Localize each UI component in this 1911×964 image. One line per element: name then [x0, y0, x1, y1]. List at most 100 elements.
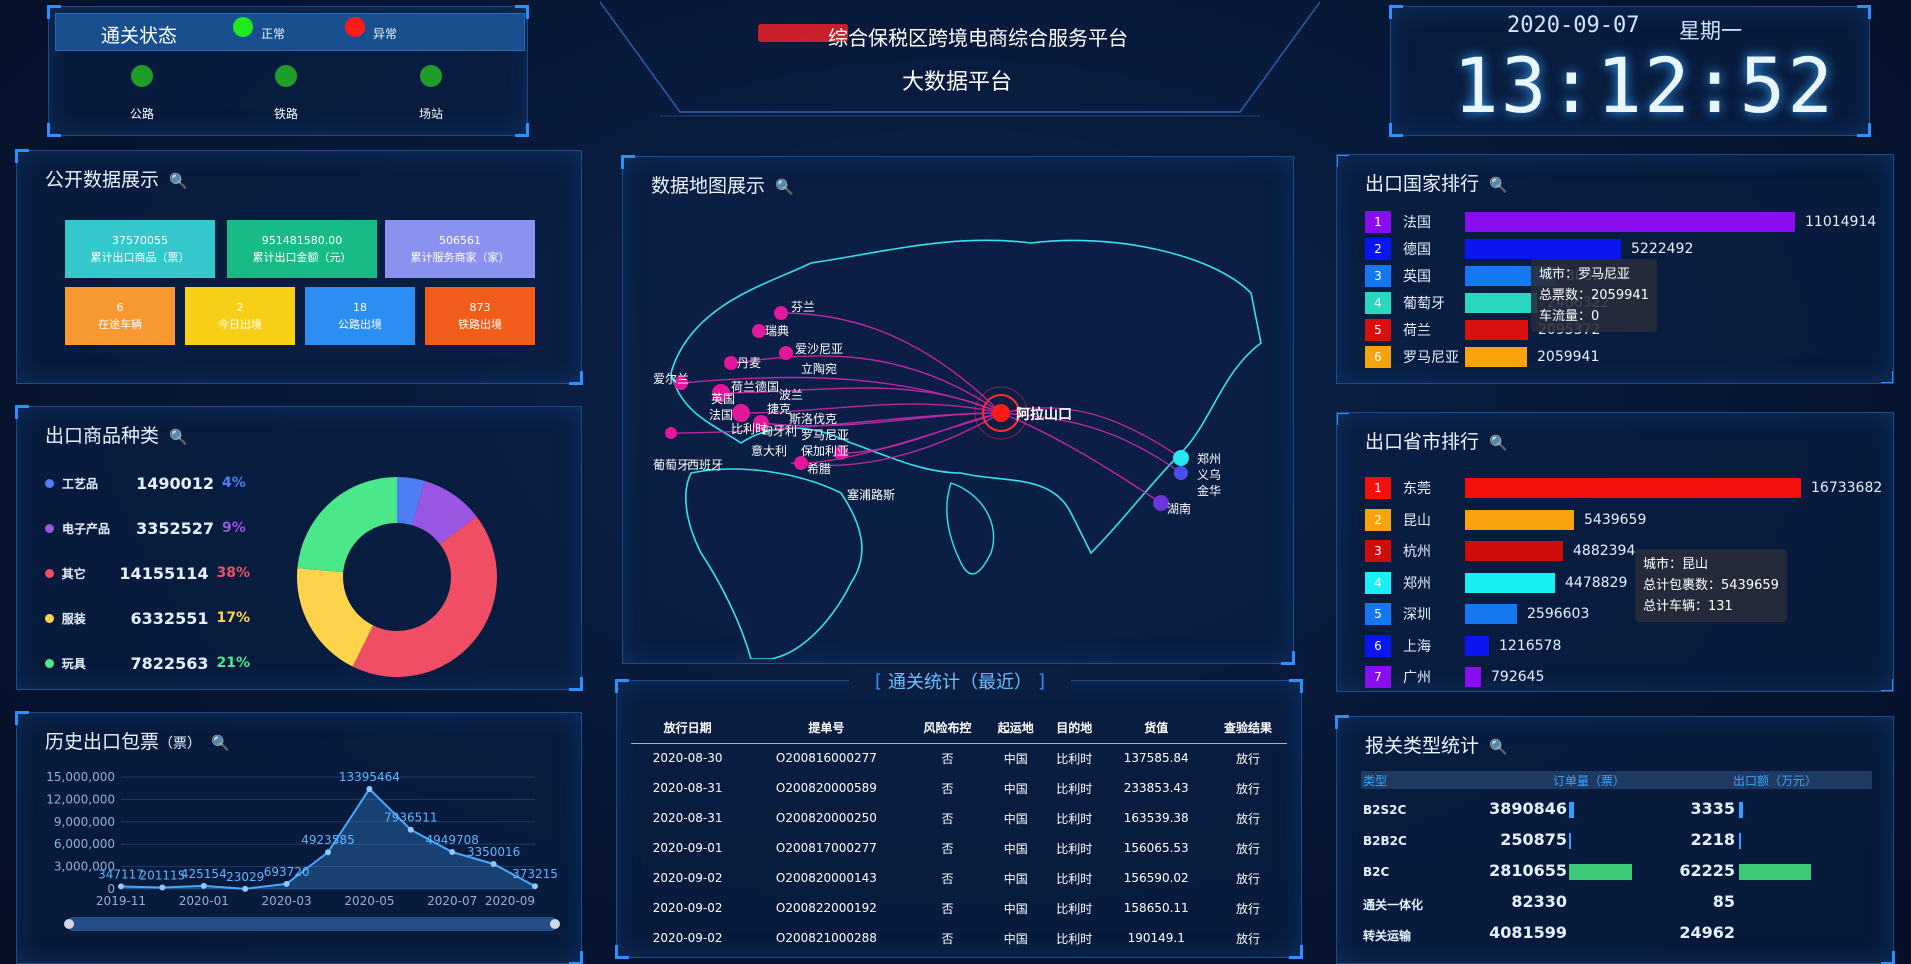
declare-type: 转关运输 — [1363, 929, 1412, 943]
tile-road-exit[interactable]: 18 公路出境 — [305, 287, 415, 345]
road-status-dot[interactable] — [131, 65, 153, 87]
history-point[interactable] — [325, 849, 331, 856]
station-status-dot[interactable] — [420, 65, 442, 87]
normal-status-dot — [233, 17, 253, 37]
tile-rail-exit[interactable]: 873 铁路出境 — [425, 287, 535, 345]
history-data-label: 693720 — [264, 865, 310, 879]
declare-row[interactable]: B2C 2810655 62225 — [1337, 861, 1895, 883]
city-marker-zhengzhou[interactable] — [1173, 450, 1189, 466]
search-icon[interactable]: 🔍 — [1489, 176, 1508, 194]
table-cell: 否 — [941, 901, 954, 916]
rank-value: 4882394 — [1573, 543, 1636, 559]
clearance-title: 通关统计（最近） — [888, 672, 1032, 693]
rank-value: 4478829 — [1565, 574, 1628, 591]
table-row[interactable]: 2020-08-31 O200820000589 否 中国 比利时 233853.43 放行 — [631, 773, 1287, 803]
goods-legend-row[interactable]: 其它 14155114 38% — [45, 561, 250, 585]
goods-legend-row[interactable]: 玩具 7822563 21% — [45, 651, 250, 675]
table-cell: 比利时 — [1056, 841, 1093, 856]
tile-today-exit[interactable]: 2 今日出境 — [185, 287, 295, 345]
donut-slice[interactable] — [352, 516, 497, 677]
history-point[interactable] — [449, 849, 456, 856]
search-icon[interactable]: 🔍 — [169, 172, 188, 190]
rank-row[interactable]: 3 杭州 4882394 — [1365, 540, 1635, 562]
rank-row[interactable]: 2 昆山 5439659 — [1365, 508, 1646, 531]
rank-row[interactable]: 2 德国 5222492 — [1365, 238, 1693, 260]
goods-legend-row[interactable]: 电子产品 3352527 9% — [45, 516, 250, 540]
table-cell: 163539.38 — [1123, 811, 1189, 825]
table-row[interactable]: 2020-08-31 O200820000250 否 中国 比利时 163539.38 放行 — [631, 803, 1287, 833]
public-data-panel: 公开数据展示 🔍 37570055 累计出口商品（票） 951481580.00 累计… — [15, 149, 583, 385]
slider-handle-right[interactable] — [550, 919, 560, 929]
table-row[interactable]: 2020-08-30 O200816000277 否 中国 比利时 137585.84 放行 — [631, 743, 1287, 773]
clearance-panel: [ 通关统计（最近） ] 放行日期 提单号 风险布控 起运地 目的地 货值 查验结果 202… — [615, 667, 1303, 959]
table-cell: O200820000250 — [775, 811, 877, 825]
legend-dot-icon — [45, 613, 54, 623]
declare-orders-bar — [1569, 802, 1574, 818]
history-point[interactable] — [532, 883, 538, 890]
search-icon[interactable]: 🔍 — [1489, 738, 1508, 756]
rank-value: 1216578 — [1499, 637, 1562, 654]
world-map[interactable]: 阿拉山口 芬兰 瑞典 丹麦 爱沙尼亚 立陶宛 爱尔兰 英国 荷兰 德国 法国 比… — [651, 223, 1271, 659]
rank-row[interactable]: 5 深圳 2596603 — [1365, 603, 1589, 625]
table-cell: 2020-09-02 — [652, 931, 723, 945]
map-city-label: 西班牙 — [687, 458, 723, 472]
table-header-cell: 风险布控 — [908, 713, 987, 744]
table-row[interactable]: 2020-09-01 O200817000277 否 中国 比利时 156065.53 放行 — [631, 833, 1287, 863]
map-city-label: 湖南 — [1167, 501, 1191, 516]
goods-legend-row[interactable]: 工艺品 1490012 4% — [45, 471, 250, 495]
rank-row[interactable]: 4 郑州 4478829 — [1365, 571, 1628, 594]
table-row[interactable]: 2020-09-02 O200822000192 否 中国 比利时 158650.11 放行 — [631, 893, 1287, 923]
rank-number: 7 — [1365, 666, 1391, 688]
donut-slice[interactable] — [297, 477, 397, 573]
declare-row[interactable]: 转关运输 4081599 24962 — [1337, 923, 1895, 945]
abnormal-legend-label: 异常 — [373, 27, 398, 41]
y-tick-label: 15,000,000 — [46, 770, 115, 784]
history-point[interactable] — [407, 826, 414, 833]
tile-total-merchants[interactable]: 506561 累计服务商家（家） — [385, 220, 535, 278]
rail-status-dot[interactable] — [275, 65, 297, 87]
tile-vehicles-in-transit[interactable]: 6 在途车辆 — [65, 287, 175, 345]
declare-row[interactable]: B2B2C 250875 2218 — [1337, 830, 1895, 852]
history-point[interactable] — [159, 884, 166, 891]
goods-pct: 17% — [216, 610, 250, 626]
search-icon[interactable]: 🔍 — [169, 428, 188, 446]
history-point[interactable] — [200, 882, 207, 889]
rank-bar — [1465, 320, 1528, 340]
declare-row[interactable]: 通关一体化 82330 85 — [1337, 892, 1895, 914]
tile-total-goods[interactable]: 37570055 累计出口商品（票） — [65, 220, 215, 278]
search-icon[interactable]: 🔍 — [211, 734, 230, 752]
history-zoom-slider[interactable] — [69, 917, 555, 931]
table-row[interactable]: 2020-09-02 O200821000288 否 中国 比利时 190149.1 放行 — [631, 923, 1287, 953]
search-icon[interactable]: 🔍 — [775, 178, 794, 196]
goods-value: 7822563 — [130, 653, 209, 673]
declare-type: B2B2C — [1363, 834, 1407, 848]
declare-row[interactable]: B2S2C 3890846 3335 — [1337, 799, 1895, 821]
goods-donut-chart[interactable] — [287, 467, 507, 687]
rank-row[interactable]: 7 广州 792645 — [1365, 666, 1544, 688]
hub-marker[interactable] — [992, 404, 1010, 422]
goods-value: 6332551 — [130, 608, 209, 628]
rank-row[interactable]: 1 东莞 16733682 — [1365, 477, 1882, 499]
rank-value: 2059941 — [1537, 349, 1600, 365]
table-row[interactable]: 2020-09-02 O200820000143 否 中国 比利时 156590.02 放行 — [631, 863, 1287, 893]
rank-row[interactable]: 6 上海 1216578 — [1365, 634, 1562, 657]
table-header-cell: 目的地 — [1045, 713, 1104, 744]
history-line-chart[interactable]: 15,000,00012,000,0009,000,0006,000,0003,… — [17, 767, 583, 957]
history-point[interactable] — [283, 880, 290, 887]
tile-total-amount[interactable]: 951481580.00 累计出口金额（元） — [227, 220, 377, 278]
table-cell: 156065.53 — [1123, 841, 1189, 855]
history-point[interactable] — [242, 885, 249, 892]
declare-types-title: 报关类型统计 — [1365, 735, 1480, 757]
declare-types-panel: 报关类型统计 🔍 类型 订单量（票） 出口额（万元） B2S2C 3890846 33… — [1335, 715, 1895, 964]
x-tick-label: 2019-11 — [96, 894, 146, 908]
slider-handle-left[interactable] — [64, 919, 74, 929]
history-point[interactable] — [366, 785, 373, 792]
rank-number: 3 — [1365, 265, 1391, 287]
goods-legend-row[interactable]: 服装 6332551 17% — [45, 606, 250, 630]
rank-bar — [1465, 293, 1537, 313]
rank-row[interactable]: 6 罗马尼亚 2059941 — [1365, 346, 1599, 368]
history-point[interactable] — [118, 883, 124, 890]
search-icon[interactable]: 🔍 — [1489, 434, 1508, 452]
history-point[interactable] — [490, 860, 497, 867]
rank-row[interactable]: 1 法国 11014914 — [1365, 211, 1876, 233]
